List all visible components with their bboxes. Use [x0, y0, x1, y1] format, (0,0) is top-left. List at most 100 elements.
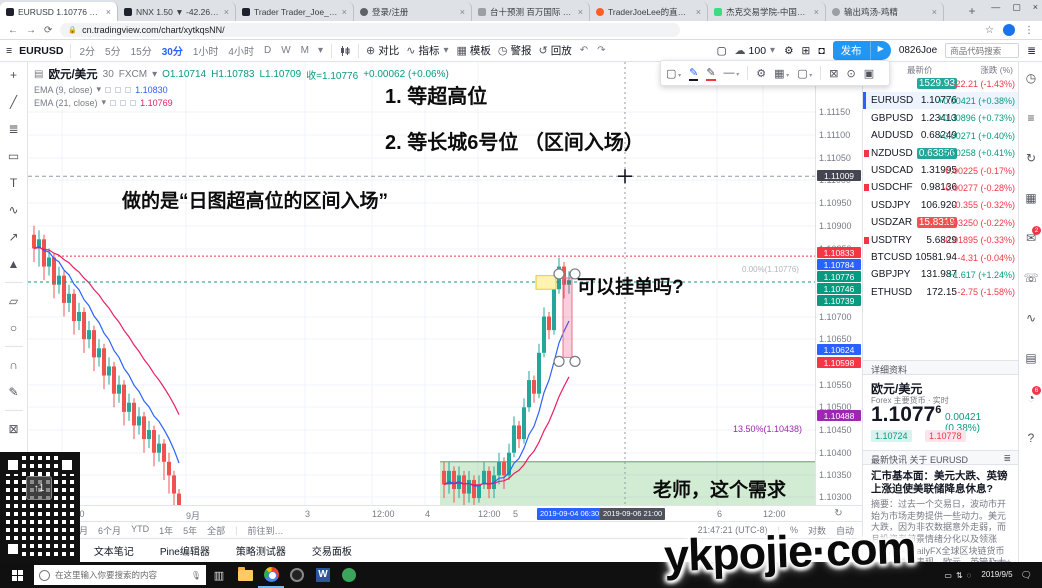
tab-close-icon[interactable]: ×	[224, 7, 229, 17]
media-app-icon[interactable]	[284, 562, 310, 588]
footer-tab-文本笔记[interactable]: 文本笔记	[94, 543, 134, 558]
chrome-icon[interactable]	[258, 562, 284, 588]
watchlist-row-ETHUSD[interactable]: ETHUSD172.15-2.75 (-1.58%)	[863, 284, 1018, 301]
watchlist-row-USDJPY[interactable]: USDJPY106.920-0.355 (-0.32%)	[863, 197, 1018, 214]
alerts-button[interactable]: ◷警报	[498, 43, 532, 58]
browser-tab-4[interactable]: 台十预测 百万国际 - 万交易×	[472, 2, 590, 21]
tray-icon[interactable]: ⇅	[956, 571, 963, 580]
details-section-header[interactable]: 详细资料	[863, 360, 1018, 375]
legend-symbol[interactable]: 欧元/美元	[48, 66, 97, 82]
interval-30分[interactable]: 30分	[161, 43, 184, 58]
tab-close-icon[interactable]: ×	[342, 7, 347, 17]
annotation-pending-order-question[interactable]: 可以挂单吗?	[577, 272, 684, 299]
alerts-icon[interactable]: ◷	[1023, 70, 1039, 86]
browser-tab-3[interactable]: 登录/注册×	[354, 2, 472, 21]
crosshair-tool-icon[interactable]: +	[4, 66, 24, 84]
legend-caret-icon[interactable]: ▾	[152, 69, 157, 80]
interval-4小时[interactable]: 4小时	[227, 43, 255, 58]
taskbar-clock[interactable]: 2019/9/5	[981, 570, 1012, 580]
watchlist-row-GBPJPY[interactable]: GBPJPY131.987+1.617 (+1.24%)	[863, 266, 1018, 283]
publish-play-icon[interactable]: ▶	[870, 41, 891, 60]
ema9-settings-icon[interactable]	[115, 87, 121, 93]
ema9-label[interactable]: EMA (9, close)	[34, 85, 93, 95]
tab-close-icon[interactable]: ×	[578, 7, 583, 17]
word-icon[interactable]: W	[310, 562, 336, 588]
chart-type-icon[interactable]	[339, 45, 351, 57]
range-button-6个月[interactable]: 6个月	[98, 524, 121, 537]
magnet-tool-icon[interactable]: ∩	[4, 356, 24, 374]
help-icon[interactable]: ?	[1023, 430, 1039, 446]
browser-tab-0[interactable]: EURUSD 1.10776 ▲ +0.3×	[0, 2, 118, 21]
news-headline[interactable]: 汇市基本面：美元大跌、英镑上涨迫使美联储降息休息?	[871, 470, 1011, 496]
ema9-delete-icon[interactable]	[125, 87, 131, 93]
profile-avatar[interactable]	[1003, 24, 1015, 36]
layout-icon[interactable]: ▢	[717, 45, 727, 57]
chart-settings-icon[interactable]: ⚙	[784, 45, 793, 57]
zoom-tool-icon[interactable]: ○	[4, 319, 24, 337]
chat-icon[interactable]: ☏	[1023, 270, 1039, 286]
pattern-tool-icon[interactable]: ∿	[4, 201, 24, 219]
green-app-icon[interactable]	[336, 562, 362, 588]
measure-tool-icon[interactable]: ▱	[4, 292, 24, 310]
footer-tab-交易面板[interactable]: 交易面板	[312, 543, 352, 558]
taskbar-search-input[interactable]: 在这里输入你要搜索的内容 🎙	[34, 565, 206, 585]
task-view-button[interactable]: ▥	[206, 562, 232, 588]
forecast-tool-icon[interactable]: ↗	[4, 228, 24, 246]
range-button-5年[interactable]: 5年	[183, 524, 197, 537]
annotation-daily-range-entry[interactable]: 做的是“日图超高位的区间入场”	[122, 186, 388, 213]
file-explorer-icon[interactable]	[232, 562, 258, 588]
tab-close-icon[interactable]: ×	[696, 7, 701, 17]
shapes-tool-icon[interactable]: ▭	[4, 147, 24, 165]
hotlist-icon[interactable]: ∿	[1023, 310, 1039, 326]
interval-1小时[interactable]: 1小时	[192, 43, 220, 58]
data-window-icon[interactable]: ▤	[1023, 350, 1039, 366]
tab-close-icon[interactable]: ×	[460, 7, 465, 17]
window-minimize-button[interactable]: —	[991, 2, 1000, 13]
footer-tab-Pine编辑器[interactable]: Pine编辑器	[160, 543, 210, 558]
replay-button[interactable]: ↺回放	[539, 43, 572, 58]
annotation-teacher-demand[interactable]: 老师，这个需求	[653, 475, 815, 502]
ema9-hide-icon[interactable]	[105, 87, 111, 93]
line-style-icon[interactable]: — ▾	[724, 67, 740, 79]
clone-icon[interactable]: ▢ ▾	[797, 67, 812, 80]
browser-tab-1[interactable]: NNX 1.50 ▼ -42.26% joe×	[118, 2, 236, 21]
browser-tab-2[interactable]: Trader Trader_Joe_Lee —×	[236, 2, 354, 21]
watchlist-row-AUDUSD[interactable]: AUDUSD0.68249+0.00271 (+0.40%)	[863, 127, 1018, 144]
range-button-全部[interactable]: 全部	[207, 524, 225, 537]
interval-5分[interactable]: 5分	[104, 43, 122, 58]
publish-button[interactable]: 发布	[833, 41, 870, 60]
mic-icon[interactable]: 🎙	[191, 571, 201, 580]
watchlist-row-GBPUSD[interactable]: GBPUSD1.23413+0.00896 (+0.73%)	[863, 110, 1018, 127]
compare-button[interactable]: ⊕对比	[366, 43, 399, 58]
drawing-mode-icon[interactable]: ✎	[4, 383, 24, 401]
long-short-tool-icon[interactable]: ▲	[4, 255, 24, 273]
time-axis[interactable]: 12:009月312:00412:005612:002019-09-04 06:…	[28, 505, 815, 521]
browser-tab-6[interactable]: 杰克交易学院-中国专业交易员×	[708, 2, 826, 21]
reload-icon[interactable]: ⟳	[44, 25, 52, 36]
watchlist-row-USDTRY[interactable]: USDTRY5.6829-0.01895 (-0.33%)	[863, 232, 1018, 249]
bid-chip[interactable]: 1.10724	[871, 430, 912, 442]
watchlist-row-EURUSD[interactable]: EURUSD1.10776+0.00421 (+0.38%)	[863, 92, 1018, 109]
tab-close-icon[interactable]: ×	[932, 7, 937, 17]
interval-2分[interactable]: 2分	[78, 43, 96, 58]
trend-line-tool-icon[interactable]: ╱	[4, 93, 24, 111]
ask-chip[interactable]: 1.10778	[925, 430, 966, 442]
select-style-icon[interactable]: ▢ ▾	[666, 67, 681, 80]
lock-icon[interactable]: ⊠	[829, 67, 838, 80]
ema21-settings-icon[interactable]	[120, 100, 126, 106]
cloud-save-button[interactable]: ☁100▾	[735, 44, 777, 57]
axis-corner-refresh-icon[interactable]: ↻	[815, 505, 862, 521]
text-tool-icon[interactable]: T	[4, 174, 24, 192]
interval-15分[interactable]: 15分	[130, 43, 153, 58]
news-menu-icon[interactable]: ≣	[1003, 453, 1011, 462]
indicators-button[interactable]: ∿指标▾	[406, 43, 449, 58]
notification-center-icon[interactable]: 🗨	[1021, 570, 1032, 581]
range-button-1年[interactable]: 1年	[159, 524, 173, 537]
back-icon[interactable]: ←	[8, 25, 18, 36]
start-button[interactable]	[0, 562, 34, 588]
window-close-button[interactable]: ×	[1033, 2, 1038, 13]
forward-icon[interactable]: →	[26, 25, 36, 36]
interval-M[interactable]: M	[300, 45, 310, 56]
snapshot-camera-icon[interactable]: ◘	[818, 45, 824, 57]
bookmark-star-icon[interactable]: ☆	[985, 25, 994, 36]
